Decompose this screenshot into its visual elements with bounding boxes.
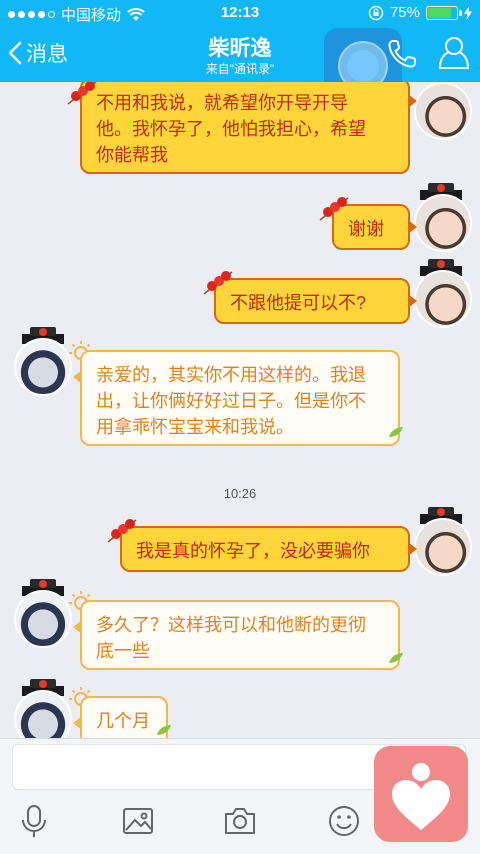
message-bubble[interactable]: 不跟他提可以不? xyxy=(214,278,417,324)
timestamp: 10:26 xyxy=(223,486,257,501)
battery-fill xyxy=(428,7,451,18)
message-bubble[interactable]: 几个月 xyxy=(73,696,168,738)
status-right: 75% xyxy=(368,4,472,21)
self-avatar[interactable] xyxy=(414,194,472,252)
message-line: 你能帮我 xyxy=(96,145,168,165)
heart-icon xyxy=(392,763,450,830)
rotation-lock-icon xyxy=(368,5,384,20)
status-bar: 中国移动 12:13 75% xyxy=(0,0,480,26)
self-avatar[interactable] xyxy=(414,270,472,328)
nav-bar: 消息 柴昕逸 来自"通讯录" xyxy=(0,26,480,104)
message-line: 亲爱的，其实你不用这样的。我退 xyxy=(96,365,366,385)
battery-percent: 75% xyxy=(389,4,420,21)
candied-haws-icon xyxy=(319,197,349,221)
message-line: 他。我怀孕了，他怕我担心，希望 xyxy=(96,119,366,139)
charging-icon xyxy=(464,5,472,20)
emoji-icon[interactable] xyxy=(326,803,362,839)
message-line: 多久了？这样我可以和他断的更彻 xyxy=(96,615,366,635)
leaf-icon xyxy=(389,653,403,663)
message-bubble[interactable]: 我是真的怀孕了，没必要骗你 xyxy=(120,526,417,572)
message-line: 几个月 xyxy=(96,711,150,731)
candied-haws-icon xyxy=(203,271,233,295)
leaf-icon xyxy=(389,427,403,437)
message-line: 出，让你俩好好过日子。但是你不 xyxy=(96,391,366,411)
message-line: 我是真的怀孕了，没必要骗你 xyxy=(136,541,370,561)
self-avatar[interactable] xyxy=(414,518,472,576)
message-bubble[interactable]: 不用和我说，就希望你开导开导 他。我怀孕了，他怕我担心，希望 你能帮我 xyxy=(80,82,417,174)
message-line: 底一些 xyxy=(96,641,150,661)
leaf-icon xyxy=(157,725,171,735)
self-avatar[interactable] xyxy=(414,82,472,140)
message-bubble[interactable]: 亲爱的，其实你不用这样的。我退 出，让你俩好好过日子。但是你不 用拿乖怀宝宝来和… xyxy=(73,350,400,446)
image-icon[interactable] xyxy=(120,803,156,839)
battery-icon xyxy=(426,5,462,20)
mic-icon[interactable] xyxy=(16,803,52,839)
heart-app-icon[interactable] xyxy=(374,746,468,842)
message-bubble[interactable]: 多久了？这样我可以和他断的更彻 底一些 xyxy=(73,600,400,670)
phone-icon[interactable] xyxy=(384,36,420,72)
chat-area[interactable]: 不用和我说，就希望你开导开导 他。我怀孕了，他怕我担心，希望 你能帮我 谢谢 不… xyxy=(0,82,480,738)
candied-haws-icon xyxy=(67,82,97,105)
candied-haws-icon xyxy=(107,519,137,543)
message-line: 不用和我说，就希望你开导开导 xyxy=(96,93,348,113)
friend-avatar[interactable] xyxy=(14,338,72,396)
message-line: 不跟他提可以不? xyxy=(230,293,367,313)
friend-avatar[interactable] xyxy=(14,590,72,648)
message-line: 用拿乖怀宝宝来和我说。 xyxy=(96,417,294,437)
camera-icon[interactable] xyxy=(222,803,258,839)
profile-icon[interactable] xyxy=(436,34,472,72)
message-line: 谢谢 xyxy=(348,219,384,239)
